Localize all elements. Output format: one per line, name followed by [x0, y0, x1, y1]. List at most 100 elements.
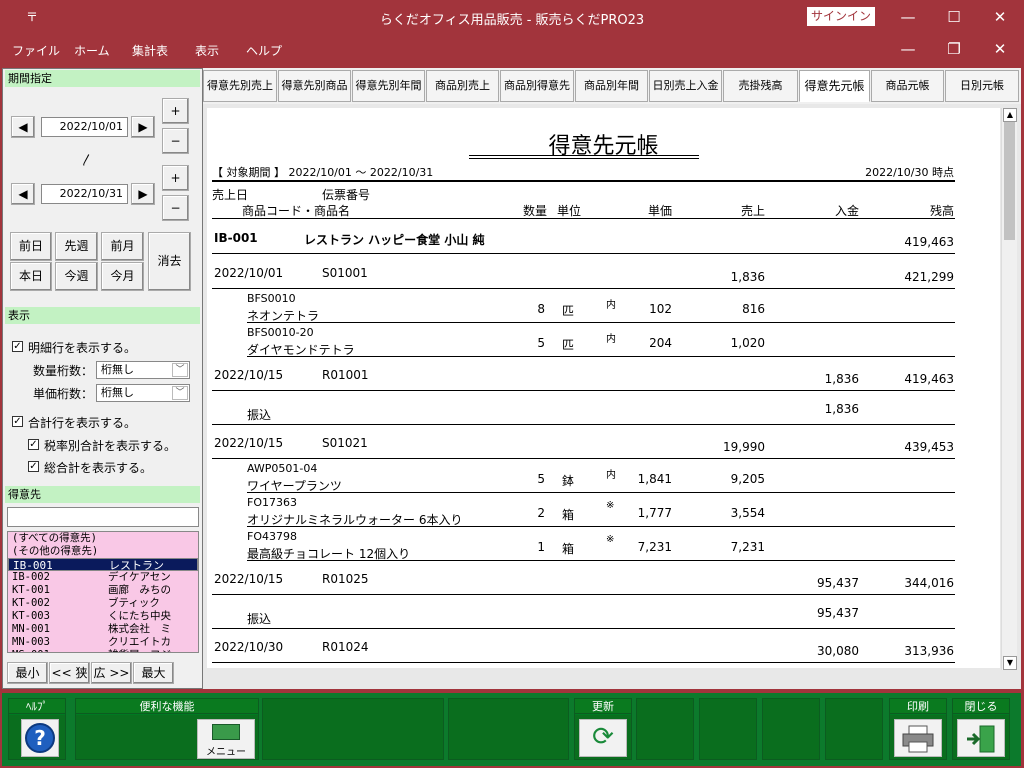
customer-list[interactable]: (すべての得意先) (その他の得意先) IB-001 レストラン IB-002 デイケアセ… — [7, 531, 199, 653]
customer-search-input[interactable] — [7, 507, 199, 527]
menu-summary[interactable]: 集計表 — [132, 42, 168, 59]
customer-list-item[interactable]: KT-002 ブティック — [8, 597, 198, 610]
this-week-button[interactable]: 今週 — [55, 262, 98, 291]
customer-code: IB-001 — [214, 231, 258, 245]
from-next-button[interactable]: ▶ — [131, 116, 155, 138]
customer-list-item[interactable]: MS-001雑貨屋 フジ — [8, 649, 198, 652]
help-icon[interactable]: ? — [21, 719, 59, 757]
prev-day-button[interactable]: 前日 — [10, 232, 52, 261]
show-detail-label: 明細行を表示する。 — [28, 341, 137, 355]
size-max-button[interactable]: 最大 — [133, 662, 174, 684]
print-key[interactable]: 印刷 — [889, 698, 947, 760]
slip-rule — [212, 594, 955, 595]
tab-6[interactable]: 日別売上入金 — [649, 70, 722, 102]
slip-number: S01001 — [322, 266, 368, 280]
clear-button[interactable]: 消去 — [148, 232, 191, 291]
to-minus-button[interactable]: − — [162, 195, 189, 221]
show-total-checkbox[interactable]: ✓ — [12, 416, 23, 427]
customer-list-name: デイケアセン — [108, 571, 171, 583]
col-slip-no: 伝票番号 — [322, 188, 371, 202]
tab-9[interactable]: 商品元帳 — [871, 70, 944, 102]
customer-list-item[interactable]: IB-002 デイケアセン — [8, 571, 198, 584]
today-button[interactable]: 本日 — [10, 262, 52, 291]
close-icon[interactable]: ✕ — [985, 6, 1015, 28]
signin-button[interactable]: サインイン — [807, 7, 875, 26]
doc-close-icon[interactable]: ✕ — [985, 38, 1015, 60]
tab-5[interactable]: 商品別年間 — [575, 70, 648, 102]
menu-home[interactable]: ホーム — [74, 42, 110, 59]
customer-list-item[interactable]: (すべての得意先) — [8, 532, 198, 545]
from-prev-button[interactable]: ◀ — [11, 116, 35, 138]
empty-key-6 — [825, 698, 883, 760]
customer-rule — [212, 253, 955, 254]
slip-payment: 95,437 — [817, 576, 859, 590]
slip-number: R01025 — [322, 572, 369, 586]
customer-list-item[interactable]: MN-003 クリエイトカ — [8, 636, 198, 649]
customer-list-code: KT-001 — [12, 584, 50, 596]
item-price: 102 — [649, 302, 672, 316]
empty-key-3 — [636, 698, 694, 760]
qty-digits-label: 数量桁数： — [33, 364, 94, 378]
menu-button[interactable]: メニュー — [197, 719, 255, 759]
tab-3[interactable]: 商品別売上 — [426, 70, 499, 102]
tab-2[interactable]: 得意先別年間 — [352, 70, 425, 102]
help-key[interactable]: ﾍﾙﾌﾟ ? — [8, 698, 66, 760]
menu-file[interactable]: ファイル — [12, 42, 60, 59]
doc-restore-icon[interactable]: ❐ — [939, 38, 969, 60]
col-qty: 数量 — [523, 204, 548, 218]
refresh-icon[interactable]: ⟳ — [579, 719, 627, 757]
customer-list-item[interactable]: IB-001 レストラン — [8, 558, 198, 572]
to-date-input[interactable]: 2022/10/31 — [41, 184, 128, 204]
slip-sales: 19,990 — [723, 440, 765, 454]
prev-week-button[interactable]: 先週 — [55, 232, 98, 261]
doc-minimize-icon[interactable]: — — [893, 38, 923, 60]
customer-list-item[interactable]: KT-001 画廊 みちの — [8, 584, 198, 597]
to-next-button[interactable]: ▶ — [131, 183, 155, 205]
payment-amount: 95,437 — [817, 606, 859, 620]
exit-door-icon[interactable] — [957, 719, 1005, 757]
maximize-icon[interactable]: ☐ — [939, 6, 969, 28]
size-narrow-button[interactable]: << 狭 — [49, 662, 90, 684]
prev-month-button[interactable]: 前月 — [101, 232, 144, 261]
report-period: 【 対象期間 】 2022/10/01 ～ 2022/10/31 — [212, 166, 434, 179]
size-wide-button[interactable]: 広 >> — [91, 662, 132, 684]
price-digits-label: 単価桁数： — [33, 387, 94, 401]
tab-10[interactable]: 日別元帳 — [945, 70, 1019, 102]
scroll-thumb[interactable] — [1004, 122, 1015, 240]
tab-7[interactable]: 売掛残高 — [723, 70, 798, 102]
update-key[interactable]: 更新 ⟳ — [574, 698, 632, 760]
this-month-button[interactable]: 今月 — [101, 262, 144, 291]
customer-list-item[interactable]: KT-003 くにたち中央 — [8, 610, 198, 623]
opening-balance: 419,463 — [904, 235, 954, 249]
customer-list-item[interactable]: MN-001 株式会社 ミ — [8, 623, 198, 636]
qty-digits-select[interactable]: 桁無し ﹀ — [96, 361, 190, 379]
tab-4[interactable]: 商品別得意先 — [500, 70, 574, 102]
customer-list-code: IB-002 — [12, 571, 50, 583]
item-sales: 7,231 — [730, 540, 765, 554]
tab-0[interactable]: 得意先別売上 — [203, 70, 277, 102]
col-unit: 単位 — [557, 204, 582, 218]
printer-icon[interactable] — [894, 719, 942, 757]
show-tax-total-checkbox[interactable]: ✓ — [28, 439, 39, 450]
from-plus-button[interactable]: + — [162, 98, 189, 124]
menu-view[interactable]: 表示 — [195, 42, 219, 59]
tab-1[interactable]: 得意先別商品 — [278, 70, 351, 102]
close-key[interactable]: 閉じる — [952, 698, 1010, 760]
tab-8[interactable]: 得意先元帳 — [799, 70, 870, 102]
scroll-up-icon[interactable]: ▲ — [1003, 108, 1017, 122]
chevron-down-icon: ﹀ — [172, 386, 188, 400]
to-plus-button[interactable]: + — [162, 165, 189, 191]
show-detail-checkbox[interactable]: ✓ — [12, 341, 23, 352]
customer-list-item[interactable]: (その他の得意先) — [8, 545, 198, 558]
show-grand-total-checkbox[interactable]: ✓ — [28, 461, 39, 472]
scroll-down-icon[interactable]: ▼ — [1003, 656, 1017, 670]
size-min-button[interactable]: 最小 — [7, 662, 48, 684]
price-digits-select[interactable]: 桁無し ﹀ — [96, 384, 190, 402]
menu-help[interactable]: ヘルプ — [246, 42, 282, 59]
to-prev-button[interactable]: ◀ — [11, 183, 35, 205]
vertical-scrollbar[interactable]: ▲ ▼ — [1001, 108, 1017, 670]
from-date-input[interactable]: 2022/10/01 — [41, 117, 128, 137]
from-minus-button[interactable]: − — [162, 128, 189, 154]
minimize-icon[interactable]: — — [893, 6, 923, 28]
item-price: 204 — [649, 336, 672, 350]
